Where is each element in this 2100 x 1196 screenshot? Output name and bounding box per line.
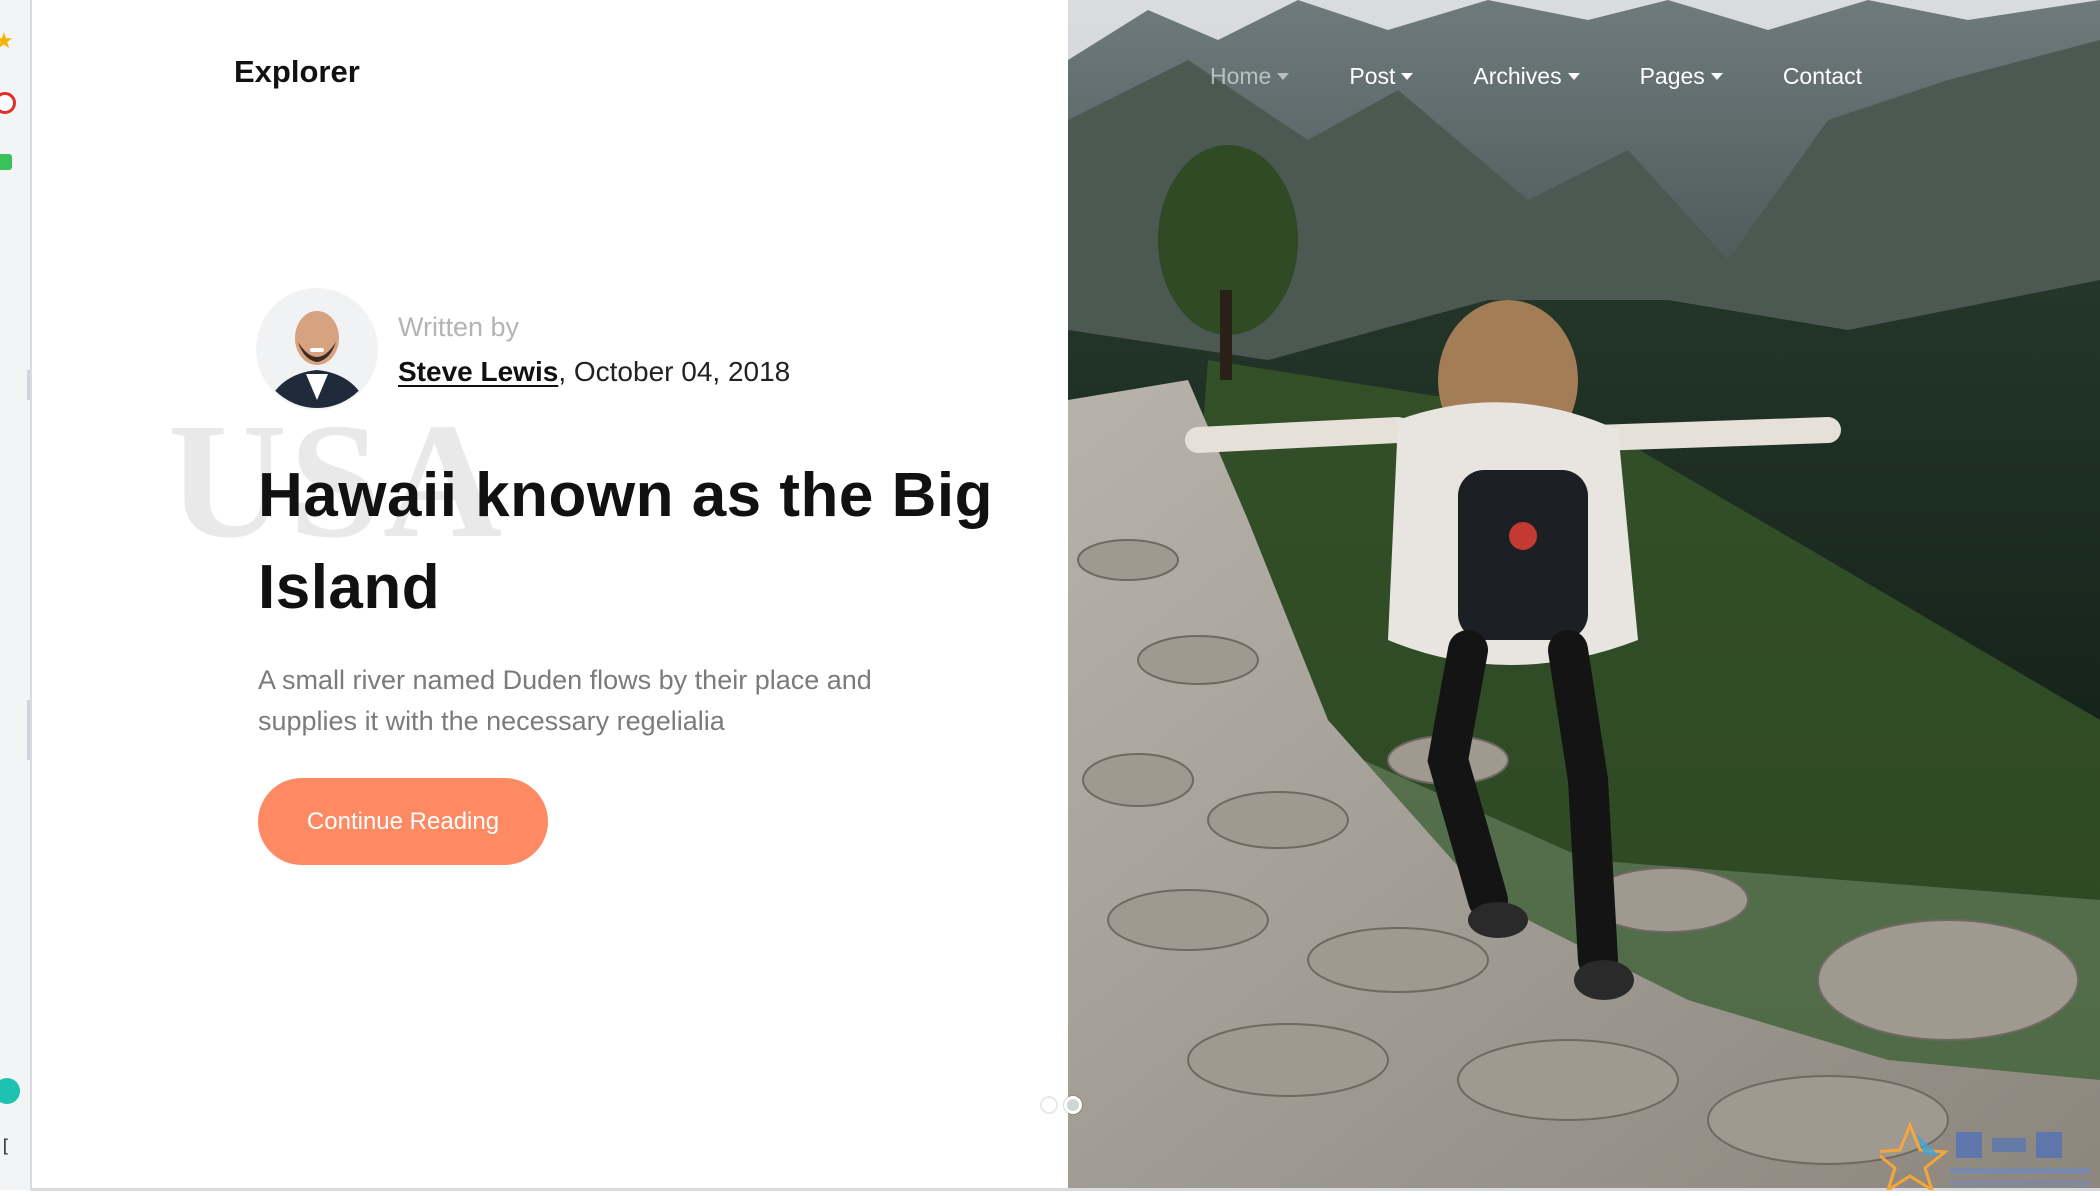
nav-contact[interactable]: Contact (1783, 63, 1862, 90)
carousel-dot[interactable] (1040, 1096, 1058, 1114)
nav-pages[interactable]: Pages (1640, 63, 1723, 90)
chevron-down-icon (1567, 72, 1580, 80)
star-icon[interactable]: ★ (0, 31, 14, 53)
post-title: Hawaii known as the Big Island (258, 461, 993, 622)
sidebar-divider (27, 700, 30, 760)
written-by-label: Written by (398, 312, 520, 342)
browser-sidebar: ★ [ (0, 0, 32, 1190)
nav-pages-label: Pages (1639, 62, 1705, 89)
author-link[interactable]: Steve Lewis (398, 356, 558, 387)
carousel-dot-active[interactable] (1064, 1096, 1082, 1114)
author-line: Steve Lewis, October 04, 2018 (398, 356, 790, 388)
main-nav: Home Post Archives Pages Contact (1210, 58, 1922, 94)
carousel-dots (1040, 1096, 1088, 1114)
green-app-icon[interactable] (0, 154, 12, 170)
chevron-down-icon (1401, 72, 1414, 80)
teal-app-icon[interactable] (0, 1078, 20, 1104)
sidebar-divider (27, 370, 30, 400)
window-bottom-border (30, 1188, 2100, 1191)
nav-home[interactable]: Home (1210, 62, 1290, 90)
nav-post-label: Post (1349, 62, 1396, 89)
continue-reading-button[interactable]: Continue Reading (258, 778, 548, 865)
bracket-icon[interactable]: [ (0, 1136, 11, 1157)
nav-archives[interactable]: Archives (1473, 62, 1580, 90)
nav-archives-label: Archives (1473, 62, 1562, 89)
post-excerpt: A small river named Duden flows by their… (258, 665, 872, 736)
chevron-down-icon (1710, 72, 1723, 80)
chevron-down-icon (1277, 72, 1290, 80)
corner-logo (1871, 1120, 2100, 1194)
nav-contact-label: Contact (1782, 62, 1863, 89)
post-date: , October 04, 2018 (558, 356, 791, 387)
hero-image (1068, 0, 2100, 1188)
weibo-icon[interactable] (0, 92, 16, 114)
site-brand[interactable]: Explorer (234, 54, 360, 90)
nav-home-label: Home (1210, 62, 1272, 89)
nav-post[interactable]: Post (1349, 62, 1414, 90)
